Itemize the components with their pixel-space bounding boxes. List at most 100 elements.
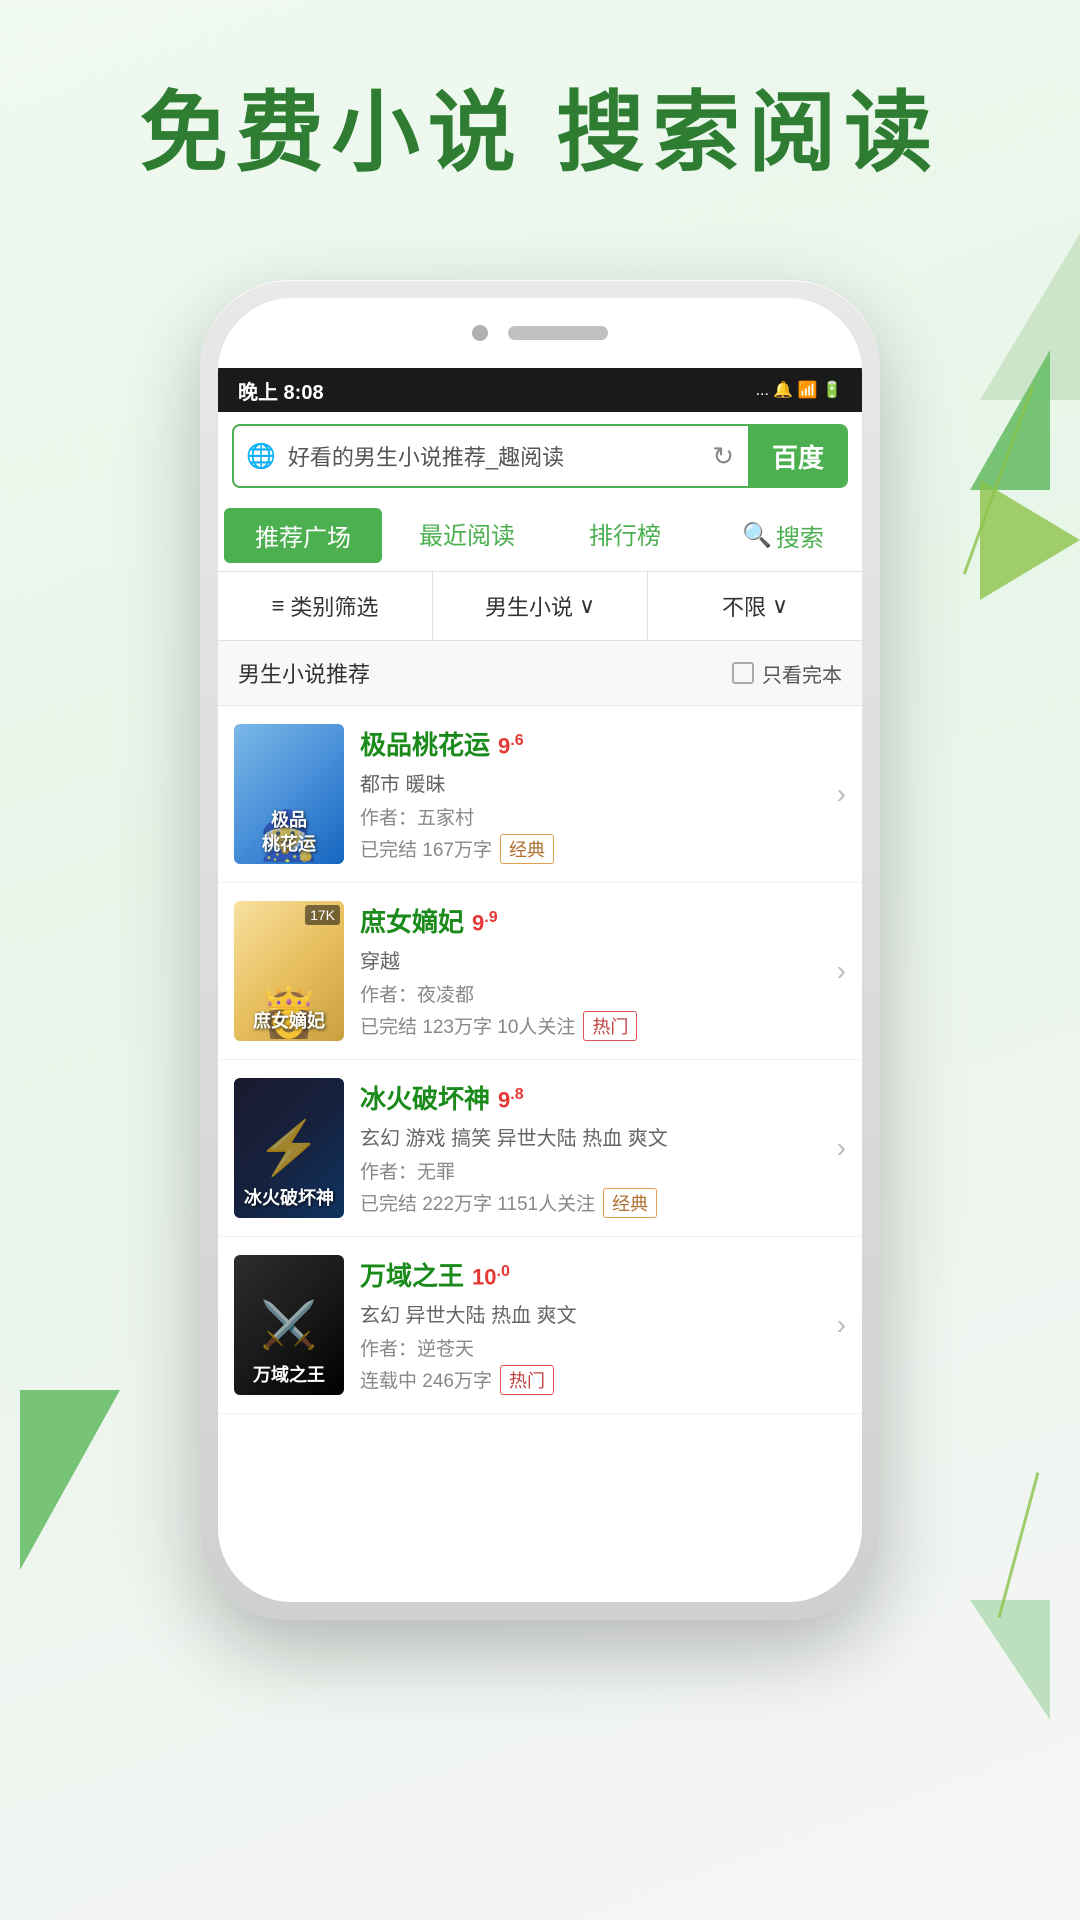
filter-gender-arrow: ∨ <box>579 593 595 619</box>
cover-text-2: 庶女嫡妃 <box>234 1010 344 1033</box>
book-badge-1: 经典 <box>500 834 554 864</box>
filter-category[interactable]: ≡ 类别筛选 <box>218 572 433 640</box>
book-wordcount-3: 已完结 222万字 1151人关注 <box>360 1189 595 1216</box>
phone-top-bar <box>218 298 862 368</box>
book-cover-3: ⚡ 冰火破坏神 <box>234 1078 344 1218</box>
completed-checkbox[interactable] <box>732 662 754 684</box>
cover-text-4: 万域之王 <box>234 1364 344 1387</box>
screen-content: 晚上 8:08 ... 🔔 📶 🔋 🌐 好看的男生小说推荐_趣阅读 ↻ 百度 推… <box>218 368 862 1602</box>
bg-decor-bottom-left <box>20 1390 120 1570</box>
book-meta-1: 已完结 167万字 经典 <box>360 834 821 864</box>
book-item[interactable]: 🧙 极品桃花运 极品桃花运 9.6 都市 暖昧 作者：五家村 已完结 167 <box>218 706 862 883</box>
book-rating-1: 9.6 <box>498 732 524 759</box>
book-rating-2: 9.9 <box>472 909 498 936</box>
filter-limit-label: 不限 <box>722 590 766 622</box>
filter-limit[interactable]: 不限 ∨ <box>648 572 862 640</box>
book-author-2: 作者：夜凌都 <box>360 980 821 1007</box>
tab-search[interactable]: 🔍 搜索 <box>704 500 862 571</box>
completed-only-filter[interactable]: 只看完本 <box>732 659 842 688</box>
filter-limit-arrow: ∨ <box>772 593 788 619</box>
book-meta-2: 已完结 123万字 10人关注 热门 <box>360 1011 821 1041</box>
book-rating-decimal-4: .0 <box>497 1263 510 1280</box>
status-bar: 晚上 8:08 ... 🔔 📶 🔋 <box>218 368 862 412</box>
tab-recent[interactable]: 最近阅读 <box>388 500 546 571</box>
book-author-3: 作者：无罪 <box>360 1157 821 1184</box>
book-info-4: 万域之王 10.0 玄幻 异世大陆 热血 爽文 作者：逆苍天 连载中 246万字… <box>360 1256 821 1395</box>
phone-inner-frame: 晚上 8:08 ... 🔔 📶 🔋 🌐 好看的男生小说推荐_趣阅读 ↻ 百度 推… <box>218 298 862 1602</box>
book-title-1: 极品桃花运 <box>360 725 490 762</box>
book-wordcount-4: 连载中 246万字 <box>360 1366 492 1393</box>
book-item[interactable]: ⚔️ 万域之王 万域之王 10.0 玄幻 异世大陆 热血 爽文 作者：逆苍天 <box>218 1237 862 1414</box>
bg-decor-line-bottom <box>998 1472 1040 1618</box>
globe-icon: 🌐 <box>234 442 288 471</box>
book-title-row-2: 庶女嫡妃 9.9 <box>360 902 821 939</box>
chevron-right-icon-3: › <box>837 1132 846 1164</box>
book-meta-3: 已完结 222万字 1151人关注 经典 <box>360 1188 821 1218</box>
book-tags-3: 玄幻 游戏 搞笑 异世大陆 热血 爽文 <box>360 1122 821 1151</box>
phone-speaker <box>508 326 608 340</box>
app-headline: 免费小说 搜索阅读 <box>0 80 1080 186</box>
book-wordcount-2: 已完结 123万字 10人关注 <box>360 1012 575 1039</box>
cover-badge-2: 17K <box>305 905 340 925</box>
chevron-right-icon-1: › <box>837 778 846 810</box>
filter-bar: ≡ 类别筛选 男生小说 ∨ 不限 ∨ <box>218 572 862 641</box>
book-cover-4: ⚔️ 万域之王 <box>234 1255 344 1395</box>
book-rating-4: 10.0 <box>472 1263 510 1290</box>
filter-icon: ≡ <box>272 593 285 619</box>
book-tags-4: 玄幻 异世大陆 热血 爽文 <box>360 1299 821 1328</box>
bg-decor-arrow-right <box>980 480 1080 600</box>
book-rating-decimal-1: .6 <box>510 732 523 749</box>
cover-text-3: 冰火破坏神 <box>234 1187 344 1210</box>
bg-decor-bottom-right <box>970 1600 1050 1720</box>
search-tab-icon: 🔍 <box>742 521 772 550</box>
filter-gender-label: 男生小说 <box>485 590 573 622</box>
search-button[interactable]: 百度 <box>748 426 846 486</box>
search-bar[interactable]: 🌐 好看的男生小说推荐_趣阅读 ↻ 百度 <box>232 424 848 488</box>
bg-decor-top-right <box>980 200 1080 400</box>
search-input[interactable]: 好看的男生小说推荐_趣阅读 <box>288 440 698 472</box>
status-time: 晚上 8:08 <box>238 376 324 405</box>
book-title-row-4: 万域之王 10.0 <box>360 1256 821 1293</box>
book-title-4: 万域之王 <box>360 1256 464 1293</box>
book-badge-4: 热门 <box>500 1365 554 1395</box>
phone-outer-frame: 晚上 8:08 ... 🔔 📶 🔋 🌐 好看的男生小说推荐_趣阅读 ↻ 百度 推… <box>200 280 880 1620</box>
book-rating-3: 9.8 <box>498 1086 524 1113</box>
book-list: 🧙 极品桃花运 极品桃花运 9.6 都市 暖昧 作者：五家村 已完结 167 <box>218 706 862 1414</box>
book-author-1: 作者：五家村 <box>360 803 821 830</box>
section-title: 男生小说推荐 <box>238 657 370 689</box>
bg-decor-green-right <box>970 350 1050 490</box>
book-item[interactable]: 👸 庶女嫡妃 17K 庶女嫡妃 9.9 穿越 作者：夜凌都 <box>218 883 862 1060</box>
book-title-3: 冰火破坏神 <box>360 1079 490 1116</box>
book-info-1: 极品桃花运 9.6 都市 暖昧 作者：五家村 已完结 167万字 经典 <box>360 725 821 864</box>
book-author-4: 作者：逆苍天 <box>360 1334 821 1361</box>
phone-camera <box>472 325 488 341</box>
bg-decor-line-right <box>963 386 1034 575</box>
tab-ranking[interactable]: 排行榜 <box>546 500 704 571</box>
filter-gender[interactable]: 男生小说 ∨ <box>433 572 648 640</box>
book-cover-2: 👸 庶女嫡妃 17K <box>234 901 344 1041</box>
book-title-2: 庶女嫡妃 <box>360 902 464 939</box>
completed-label: 只看完本 <box>762 659 842 688</box>
refresh-icon[interactable]: ↻ <box>698 441 748 472</box>
book-tags-1: 都市 暖昧 <box>360 768 821 797</box>
book-rating-decimal-3: .8 <box>510 1086 523 1103</box>
book-cover-1: 🧙 极品桃花运 <box>234 724 344 864</box>
book-title-row-1: 极品桃花运 9.6 <box>360 725 821 762</box>
chevron-right-icon-2: › <box>837 955 846 987</box>
book-tags-2: 穿越 <box>360 945 821 974</box>
cover-text-1: 极品桃花运 <box>234 809 344 856</box>
search-tab-label: 搜索 <box>776 518 824 553</box>
status-icons: ... 🔔 📶 🔋 <box>756 380 842 400</box>
book-wordcount-1: 已完结 167万字 <box>360 835 492 862</box>
chevron-right-icon-4: › <box>837 1309 846 1341</box>
phone-mockup: 晚上 8:08 ... 🔔 📶 🔋 🌐 好看的男生小说推荐_趣阅读 ↻ 百度 推… <box>200 280 880 1620</box>
nav-tabs: 推荐广场 最近阅读 排行榜 🔍 搜索 <box>218 500 862 572</box>
book-info-2: 庶女嫡妃 9.9 穿越 作者：夜凌都 已完结 123万字 10人关注 热门 <box>360 902 821 1041</box>
book-badge-2: 热门 <box>583 1011 637 1041</box>
tab-recommend[interactable]: 推荐广场 <box>224 508 382 563</box>
book-info-3: 冰火破坏神 9.8 玄幻 游戏 搞笑 异世大陆 热血 爽文 作者：无罪 已完结 … <box>360 1079 821 1218</box>
book-item[interactable]: ⚡ 冰火破坏神 冰火破坏神 9.8 玄幻 游戏 搞笑 异世大陆 热血 爽文 作者… <box>218 1060 862 1237</box>
book-meta-4: 连载中 246万字 热门 <box>360 1365 821 1395</box>
book-title-row-3: 冰火破坏神 9.8 <box>360 1079 821 1116</box>
book-rating-decimal-2: .9 <box>484 909 497 926</box>
